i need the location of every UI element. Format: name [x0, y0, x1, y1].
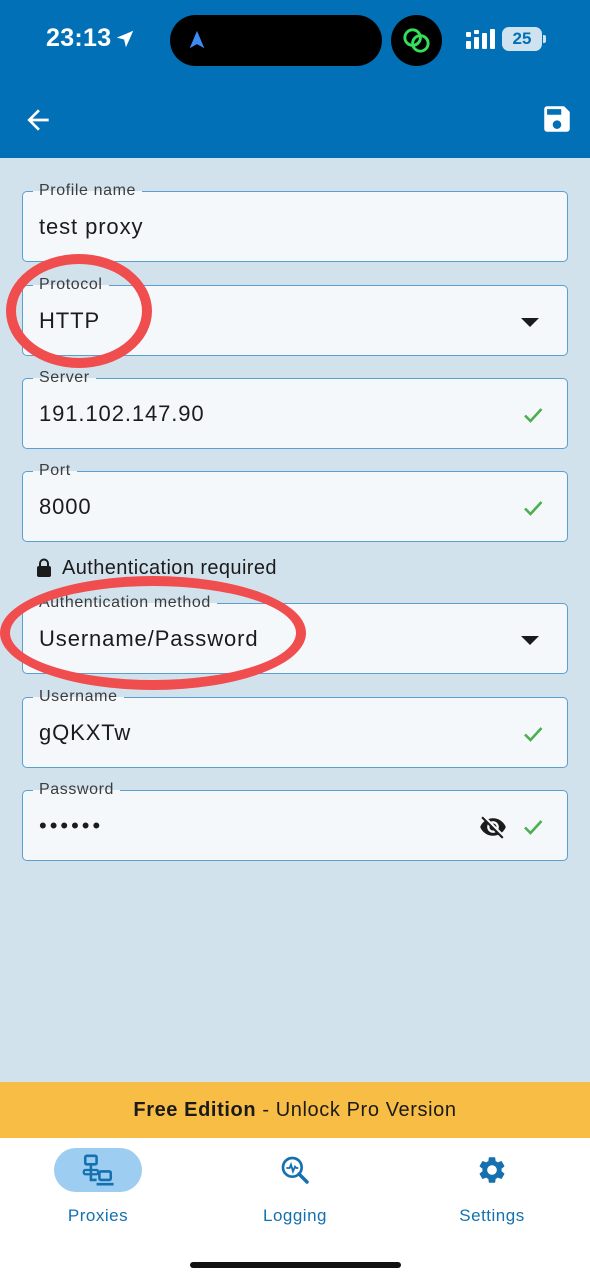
port-value: 8000: [39, 494, 92, 519]
navigation-icon: [189, 30, 205, 49]
proxies-network-icon: [82, 1154, 114, 1186]
check-icon: [524, 408, 543, 423]
profile-name-value: test proxy: [39, 214, 144, 239]
logging-search-icon: [281, 1156, 309, 1184]
check-icon: [524, 820, 543, 835]
dropdown-arrow-icon: [521, 318, 539, 327]
nav-item-settings[interactable]: Settings: [417, 1148, 567, 1228]
settings-gear-icon: [479, 1157, 505, 1183]
username-label: Username: [33, 687, 124, 707]
battery-tip: [543, 35, 546, 43]
cellular-signal-icon: [466, 29, 495, 49]
battery-level: 25: [512, 29, 532, 48]
nav-active-indicator: [54, 1148, 142, 1192]
eye-off-icon[interactable]: [479, 813, 507, 841]
dropdown-arrow-icon: [521, 636, 539, 645]
authentication-method-label: Authentication method: [33, 593, 217, 613]
location-arrow-icon: [116, 30, 134, 48]
profile-name-field[interactable]: Profile name test proxy: [22, 181, 568, 262]
server-field[interactable]: Server 191.102.147.90: [22, 368, 568, 449]
save-floppy-icon[interactable]: [540, 102, 574, 136]
back-arrow-icon[interactable]: [22, 104, 54, 136]
authentication-method-dropdown[interactable]: Authentication method Username/Password: [22, 593, 568, 674]
authentication-required-note: Authentication required: [36, 555, 277, 581]
port-label: Port: [33, 461, 77, 481]
app-bar: 23:13 25: [0, 0, 590, 158]
linked-rings-icon: [391, 15, 442, 66]
password-field[interactable]: Password ••••••: [22, 780, 568, 861]
status-time: 23:13: [46, 24, 112, 52]
lock-icon: [37, 558, 51, 577]
protocol-label: Protocol: [33, 275, 109, 295]
protocol-dropdown[interactable]: Protocol HTTP: [22, 275, 568, 356]
password-label: Password: [33, 780, 121, 800]
bottom-navigation: Proxies Logging Settings: [0, 1138, 590, 1280]
promo-text: - Unlock Pro Version: [256, 1098, 457, 1121]
password-value: ••••••: [39, 813, 104, 838]
check-icon: [524, 727, 543, 742]
server-value: 191.102.147.90: [39, 401, 205, 426]
unlock-pro-banner[interactable]: Free Edition - Unlock Pro Version: [0, 1082, 590, 1138]
promo-edition: Free Edition: [133, 1098, 257, 1121]
authentication-required-text: Authentication required: [62, 556, 277, 579]
authentication-method-value: Username/Password: [39, 626, 259, 651]
check-icon: [524, 501, 543, 516]
nav-label-logging: Logging: [262, 1206, 327, 1225]
home-indicator: [190, 1262, 401, 1268]
profile-name-label: Profile name: [33, 181, 143, 201]
username-field[interactable]: Username gQKXTw: [22, 687, 568, 768]
battery-icon: 25: [502, 27, 542, 51]
protocol-value: HTTP: [39, 308, 101, 333]
username-value: gQKXTw: [39, 720, 132, 745]
nav-item-logging[interactable]: Logging: [220, 1148, 370, 1228]
nav-label-proxies: Proxies: [67, 1206, 129, 1225]
nav-item-proxies[interactable]: Proxies: [23, 1148, 173, 1228]
port-field[interactable]: Port 8000: [22, 461, 568, 542]
server-label: Server: [33, 368, 96, 388]
nav-label-settings: Settings: [459, 1206, 525, 1225]
